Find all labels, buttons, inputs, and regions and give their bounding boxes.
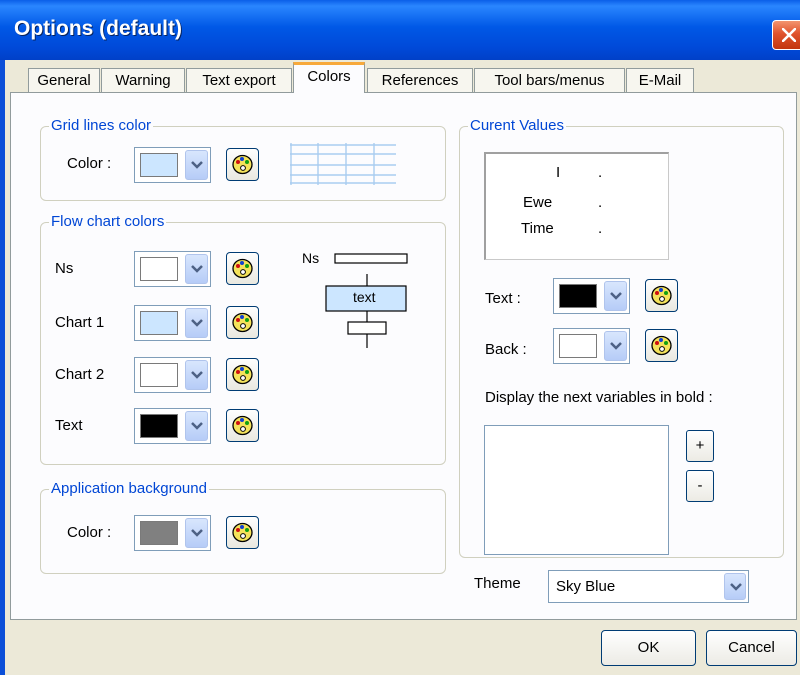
values-back-color-select[interactable] bbox=[553, 328, 630, 364]
current-values-legend: Curent Values bbox=[468, 117, 566, 135]
value-name-time: Time bbox=[521, 220, 554, 237]
app-background-legend: Application background bbox=[49, 480, 209, 498]
theme-value: Sky Blue bbox=[556, 578, 616, 595]
palette-icon bbox=[232, 258, 253, 279]
grid-color-swatch bbox=[140, 153, 178, 177]
values-text-color-swatch bbox=[559, 284, 597, 308]
ns-color-palette-button[interactable] bbox=[226, 252, 259, 285]
chart1-color-label: Chart 1 bbox=[55, 314, 105, 331]
cancel-button[interactable]: Cancel bbox=[706, 630, 797, 666]
text-color-label: Text bbox=[55, 417, 83, 434]
values-text-palette-button[interactable] bbox=[645, 279, 678, 312]
text-color-select[interactable] bbox=[134, 408, 211, 444]
values-back-color-swatch bbox=[559, 334, 597, 358]
grid-color-palette-button[interactable] bbox=[226, 148, 259, 181]
chevron-down-icon[interactable] bbox=[185, 308, 208, 338]
ns-color-select[interactable] bbox=[134, 251, 211, 287]
value-i: . bbox=[598, 164, 603, 181]
window-frame-left bbox=[0, 60, 5, 675]
chevron-down-icon[interactable] bbox=[185, 254, 208, 284]
text-color-swatch bbox=[140, 414, 178, 438]
value-name-i: I bbox=[556, 164, 561, 181]
app-bg-color-swatch bbox=[140, 521, 178, 545]
tab-email[interactable]: E-Mail bbox=[626, 68, 694, 92]
grid-lines-preview bbox=[290, 143, 396, 185]
chevron-down-icon[interactable] bbox=[604, 331, 627, 361]
flow-chart-legend: Flow chart colors bbox=[49, 213, 167, 231]
close-button[interactable] bbox=[772, 20, 800, 50]
options-dialog: Options (default) General Warning Text e… bbox=[0, 0, 800, 675]
chart2-color-select[interactable] bbox=[134, 357, 211, 393]
theme-select[interactable]: Sky Blue bbox=[548, 570, 749, 603]
grid-color-select[interactable] bbox=[134, 147, 211, 183]
values-back-color-label: Back : bbox=[485, 341, 527, 358]
value-name-ewe: Ewe bbox=[523, 194, 553, 211]
grid-lines-legend: Grid lines color bbox=[49, 117, 154, 135]
palette-icon bbox=[651, 335, 672, 356]
chevron-down-icon[interactable] bbox=[185, 150, 208, 180]
values-text-color-label: Text : bbox=[485, 290, 521, 307]
chevron-down-icon[interactable] bbox=[185, 360, 208, 390]
theme-label: Theme bbox=[474, 575, 521, 592]
preview-box-text: text bbox=[353, 289, 376, 305]
palette-icon bbox=[232, 522, 253, 543]
chart1-color-select[interactable] bbox=[134, 305, 211, 341]
remove-variable-button[interactable]: - bbox=[686, 470, 714, 502]
app-bg-color-label: Color : bbox=[67, 524, 112, 541]
text-color-palette-button[interactable] bbox=[226, 409, 259, 442]
palette-icon bbox=[232, 312, 253, 333]
bold-variables-label: Display the next variables in bold : bbox=[485, 389, 713, 406]
add-variable-button[interactable]: + bbox=[686, 430, 714, 462]
palette-icon bbox=[232, 364, 253, 385]
grid-color-label: Color : bbox=[67, 155, 112, 172]
palette-icon bbox=[232, 415, 253, 436]
ns-color-label: Ns bbox=[55, 260, 74, 277]
app-bg-palette-button[interactable] bbox=[226, 516, 259, 549]
tab-text-export[interactable]: Text export bbox=[186, 68, 292, 92]
tab-general[interactable]: General bbox=[28, 68, 100, 92]
close-icon bbox=[782, 28, 796, 42]
chart1-color-swatch bbox=[140, 311, 178, 335]
chart2-color-label: Chart 2 bbox=[55, 366, 105, 383]
chevron-down-icon[interactable] bbox=[604, 281, 627, 311]
preview-ns-label: Ns bbox=[302, 250, 320, 266]
chevron-down-icon[interactable] bbox=[724, 573, 746, 600]
chart2-color-palette-button[interactable] bbox=[226, 358, 259, 391]
palette-icon bbox=[232, 154, 253, 175]
bold-variables-list[interactable] bbox=[484, 425, 669, 555]
window-title: Options (default) bbox=[14, 17, 182, 40]
tab-references[interactable]: References bbox=[367, 68, 473, 92]
tab-tool-bars-menus[interactable]: Tool bars/menus bbox=[474, 68, 625, 92]
value-time: . bbox=[598, 220, 603, 237]
chart1-color-palette-button[interactable] bbox=[226, 306, 259, 339]
current-values-box bbox=[484, 152, 669, 260]
app-bg-color-select[interactable] bbox=[134, 515, 211, 551]
value-ewe: . bbox=[598, 194, 603, 211]
palette-icon bbox=[651, 285, 672, 306]
values-back-palette-button[interactable] bbox=[645, 329, 678, 362]
ns-color-swatch bbox=[140, 257, 178, 281]
tab-colors[interactable]: Colors bbox=[293, 62, 365, 93]
chevron-down-icon[interactable] bbox=[185, 518, 208, 548]
title-bar[interactable]: Options (default) bbox=[0, 0, 800, 60]
chevron-down-icon[interactable] bbox=[185, 411, 208, 441]
tab-warning[interactable]: Warning bbox=[101, 68, 185, 92]
values-text-color-select[interactable] bbox=[553, 278, 630, 314]
ok-button[interactable]: OK bbox=[601, 630, 696, 666]
chart2-color-swatch bbox=[140, 363, 178, 387]
